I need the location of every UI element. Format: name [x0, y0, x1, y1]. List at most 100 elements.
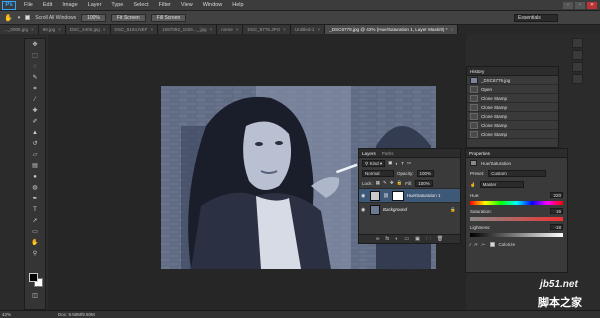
tab-0[interactable]: ..._0005.jpg × [0, 25, 39, 34]
fit-screen-button[interactable]: Fit Screen [110, 13, 146, 22]
tab-close-icon[interactable]: × [58, 25, 61, 34]
preset-select[interactable]: Custom [488, 170, 547, 177]
blur-tool-icon[interactable]: ● [28, 173, 42, 182]
eyedropper-tool-icon[interactable]: ⁄ [28, 96, 42, 105]
lock-pixels-icon[interactable]: ▦ [376, 180, 380, 186]
saturation-slider[interactable] [470, 217, 563, 221]
menu-edit[interactable]: Edit [38, 2, 57, 8]
tool-preset-arrow-icon[interactable]: ▾ [18, 15, 21, 21]
tab-3[interactable]: DSC_8164.NEF × [110, 25, 159, 34]
link-layers-icon[interactable]: ∞ [376, 235, 380, 243]
filter-type-icon[interactable]: T [401, 161, 404, 166]
fill-screen-button[interactable]: Fill Screen [150, 13, 187, 22]
healing-brush-tool-icon[interactable]: ✚ [28, 107, 42, 116]
type-tool-icon[interactable]: T [28, 206, 42, 215]
tab-close-icon[interactable]: × [283, 25, 286, 34]
scroll-all-windows-checkbox[interactable] [25, 15, 31, 20]
dodge-tool-icon[interactable]: ◍ [28, 184, 42, 193]
crop-tool-icon[interactable]: ⌗ [28, 85, 42, 94]
filter-pixel-icon[interactable]: ▣ [388, 160, 392, 166]
properties-tab[interactable]: Properties [469, 151, 490, 156]
tab-6[interactable]: DSC_8776.JPG × [243, 25, 291, 34]
chain-link-icon[interactable]: ⛓ [383, 193, 389, 199]
hand-tool-icon[interactable]: ✋ [28, 239, 42, 248]
history-item[interactable]: Clone Stamp [467, 130, 558, 139]
lightness-slider[interactable] [470, 233, 563, 237]
eyedropper-icon[interactable]: ⁄ [470, 242, 471, 247]
hue-slider[interactable] [470, 201, 563, 205]
tab-close-icon[interactable]: × [210, 25, 213, 34]
quick-mask-icon[interactable]: ◫ [28, 292, 42, 301]
add-mask-icon[interactable]: ▭ [404, 235, 409, 243]
color-swatches[interactable] [29, 273, 43, 287]
close-button[interactable]: ✕ [587, 1, 597, 9]
history-item[interactable]: Clone Stamp [467, 121, 558, 130]
lasso-tool-icon[interactable]: ◌ [28, 63, 42, 72]
tab-close-icon[interactable]: × [31, 25, 34, 34]
menu-image[interactable]: Image [57, 2, 82, 8]
maximize-button[interactable]: ▫ [575, 1, 585, 9]
history-tab[interactable]: History [470, 69, 484, 74]
tab-close-icon[interactable]: × [450, 25, 453, 34]
quick-select-tool-icon[interactable]: ✎ [28, 74, 42, 83]
history-item[interactable]: Clone Stamp [467, 112, 558, 121]
menu-window[interactable]: Window [198, 2, 228, 8]
delete-layer-icon[interactable]: 🗑 [437, 235, 443, 243]
lightness-input[interactable]: -18 [550, 224, 563, 230]
tab-active-document[interactable]: _DSC6779.jpg @ 42% (Hue/Saturation 1, La… [325, 25, 459, 34]
workspace-select[interactable]: Essentials [514, 14, 558, 22]
hand-adjust-icon[interactable]: ☝ [470, 182, 476, 188]
layer-kind-select[interactable]: ⚲ Kind ▾ [362, 159, 386, 167]
menu-filter[interactable]: Filter [154, 2, 176, 8]
eraser-tool-icon[interactable]: ▱ [28, 151, 42, 160]
layer-name[interactable]: Hue/Saturation 1 [407, 193, 441, 198]
menu-file[interactable]: File [19, 2, 38, 8]
new-layer-icon[interactable]: 🗀 [426, 235, 431, 243]
zoom-tool-icon[interactable]: ⚲ [28, 250, 42, 259]
path-select-tool-icon[interactable]: ➚ [28, 217, 42, 226]
clone-stamp-tool-icon[interactable]: ▲ [28, 129, 42, 138]
eyedropper-minus-icon[interactable]: ⁄− [482, 242, 485, 247]
history-item[interactable]: Open [467, 85, 558, 94]
lock-position-icon[interactable]: ✥ [390, 180, 394, 186]
history-snapshot[interactable]: _DSC6779.jpg [467, 76, 558, 85]
tab-close-icon[interactable]: × [150, 25, 153, 34]
menu-layer[interactable]: Layer [83, 2, 107, 8]
layer-name[interactable]: Background [383, 207, 407, 212]
gradient-tool-icon[interactable]: ▤ [28, 162, 42, 171]
eyedropper-plus-icon[interactable]: ⁄+ [475, 242, 478, 247]
minimize-button[interactable]: - [563, 1, 573, 9]
channels-panel-icon[interactable] [572, 74, 583, 84]
menu-help[interactable]: Help [227, 2, 248, 8]
new-adjustment-icon[interactable]: ◐ [395, 235, 398, 243]
tab-close-icon[interactable]: × [103, 25, 106, 34]
history-brush-tool-icon[interactable]: ↺ [28, 140, 42, 149]
history-item[interactable]: Clone Stamp [467, 103, 558, 112]
tab-7[interactable]: Untitled-1 × [290, 25, 326, 34]
history-panel-icon[interactable] [572, 38, 583, 48]
lock-brush-icon[interactable]: ✎ [383, 180, 387, 186]
add-style-icon[interactable]: fx [385, 235, 389, 243]
properties-panel-icon[interactable] [572, 50, 583, 60]
layers-panel-icon[interactable] [572, 62, 583, 72]
saturation-input[interactable]: 16 [550, 208, 563, 214]
zoom-100-button[interactable]: 100% [81, 13, 106, 22]
menu-select[interactable]: Select [128, 2, 153, 8]
blend-mode-select[interactable]: Normal [362, 169, 394, 177]
opacity-input[interactable]: 100% [416, 169, 435, 177]
zoom-level[interactable]: 42% [2, 311, 11, 318]
history-item[interactable]: Clone Stamp [467, 94, 558, 103]
hue-input[interactable]: 220 [550, 192, 563, 198]
brush-tool-icon[interactable]: ✐ [28, 118, 42, 127]
marquee-tool-icon[interactable]: ⬚ [28, 52, 42, 61]
layer-row-hue-saturation[interactable]: ◉ ⛓ Hue/Saturation 1 [359, 188, 460, 202]
layer-row-background[interactable]: ◉ Background 🔒 [359, 202, 460, 216]
hand-tool-icon[interactable]: ✋ [4, 14, 13, 22]
filter-shape-icon[interactable]: ▭ [407, 160, 411, 166]
new-group-icon[interactable]: ▣ [415, 235, 420, 243]
tab-layers[interactable]: Layers [362, 151, 376, 156]
tab-1[interactable]: 86.jpg × [38, 25, 66, 34]
menu-view[interactable]: View [176, 2, 198, 8]
shape-tool-icon[interactable]: ▭ [28, 228, 42, 237]
menu-type[interactable]: Type [106, 2, 128, 8]
